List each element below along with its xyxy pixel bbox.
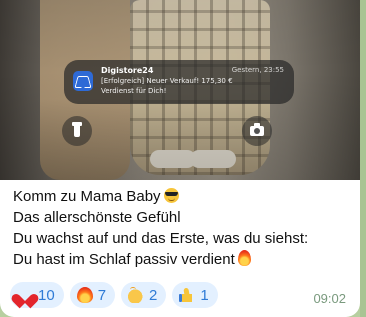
reactions-bar: 10 7 2 1 (10, 282, 218, 308)
thumbs-up-icon (179, 287, 196, 303)
message-line-2: Das allerschönste Gefühl (13, 209, 181, 226)
reaction-fire-count: 7 (97, 286, 107, 304)
notification-line-2: Verdienst für Dich! (101, 87, 167, 95)
message-line-3: Du wachst auf und das Erste, was du sieh… (13, 230, 309, 247)
clap-icon (128, 287, 145, 303)
notification-app-name: Digistore24 (101, 66, 154, 75)
message-line-4-text: Du hast im Schlaf passiv verdient (13, 251, 235, 268)
camera-icon (242, 116, 272, 146)
reaction-clap-count: 2 (149, 286, 158, 304)
message-text: Komm zu Mama Baby Das allerschönste Gefü… (13, 186, 353, 270)
reaction-fire[interactable]: 7 (69, 282, 116, 308)
lockscreen-notification: Digistore24 Gestern, 23:55 [Erfolgreich]… (64, 60, 294, 104)
heart-icon (17, 287, 33, 303)
reaction-heart-count: 10 (38, 286, 55, 304)
message-bubble[interactable]: Digistore24 Gestern, 23:55 [Erfolgreich]… (0, 0, 360, 317)
reaction-thumbs-up[interactable]: 1 (172, 282, 218, 308)
message-timestamp: 09:02 (313, 291, 346, 306)
reaction-thumbs-up-count: 1 (200, 286, 209, 304)
fire-emoji-icon (237, 250, 251, 266)
reaction-heart[interactable]: 10 (10, 282, 64, 308)
sunglasses-emoji-icon (163, 188, 179, 203)
notification-time: Gestern, 23:55 (231, 66, 284, 74)
message-line-4: Du hast im Schlaf passiv verdient (13, 249, 353, 270)
fire-icon (76, 287, 93, 303)
flashlight-icon (62, 116, 92, 146)
message-line-1: Komm zu Mama Baby (13, 186, 353, 207)
reaction-clap[interactable]: 2 (121, 282, 167, 308)
chat-background (360, 0, 366, 317)
digistore-app-icon (73, 71, 93, 91)
notification-line-1: [Erfolgreich] Neuer Verkauf! 175,30 € (101, 77, 233, 85)
message-photo[interactable]: Digistore24 Gestern, 23:55 [Erfolgreich]… (0, 0, 360, 180)
message-line-1-text: Komm zu Mama Baby (13, 188, 161, 205)
